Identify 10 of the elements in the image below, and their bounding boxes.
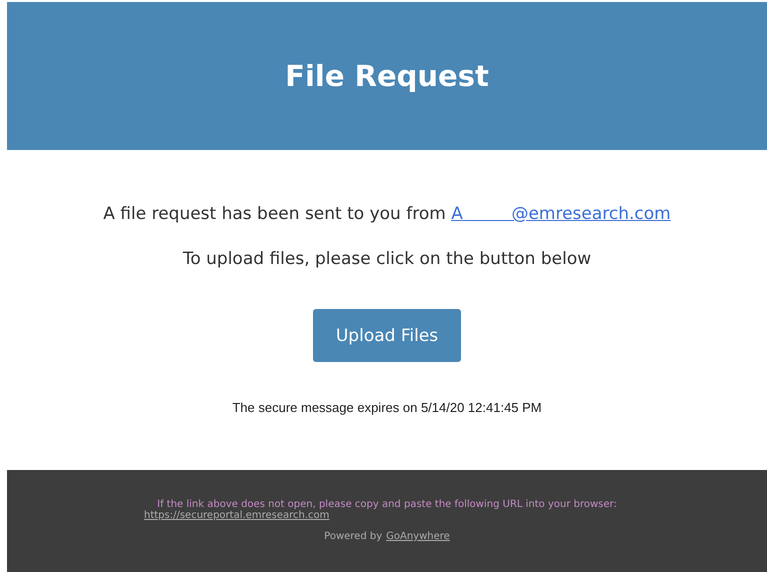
- page-title: File Request: [285, 59, 489, 93]
- goanywhere-link[interactable]: GoAnywhere: [386, 531, 450, 542]
- request-message: A file request has been sent to you from A @emresearch.com: [103, 204, 671, 224]
- footer-notice: If the link above does not open, please copy and paste the following URL into your browser:: [157, 499, 617, 510]
- instruction-text: To upload files, please click on the button below: [182, 249, 592, 269]
- portal-url-link[interactable]: https://secureportal.emresearch.com: [144, 510, 330, 521]
- sender-email-link[interactable]: A @emresearch.com: [451, 204, 671, 224]
- expiry-text: The secure message expires on 5/14/20 12:41:45 PM: [232, 400, 542, 415]
- upload-files-button[interactable]: Upload Files: [313, 309, 461, 362]
- powered-by-text: Powered by: [324, 531, 382, 542]
